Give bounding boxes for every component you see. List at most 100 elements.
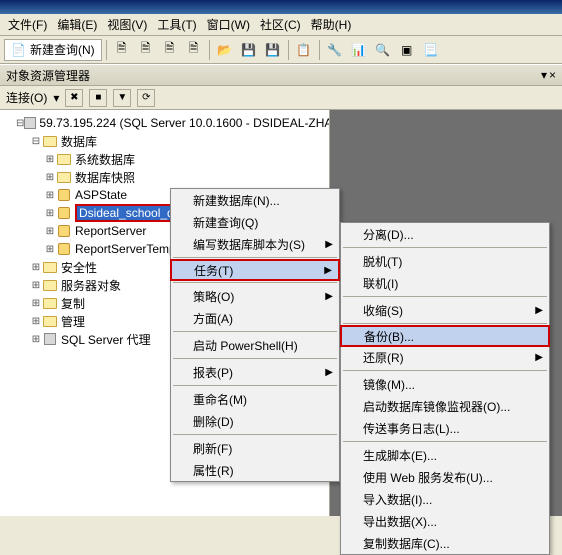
menu-window[interactable]: 窗口(W) xyxy=(203,14,254,35)
save-icon[interactable]: 💾 xyxy=(238,39,260,61)
connect-label[interactable]: 连接(O) xyxy=(6,89,47,106)
menu-help[interactable]: 帮助(H) xyxy=(307,14,356,35)
filter-icon[interactable]: ▼ xyxy=(113,89,131,107)
refresh-icon[interactable]: ⟳ xyxy=(137,89,155,107)
mi-refresh[interactable]: 刷新(F) xyxy=(171,437,339,459)
mi-detach[interactable]: 分离(D)... xyxy=(341,223,549,245)
chevron-right-icon: ▶ xyxy=(324,265,332,276)
mi-shipping[interactable]: 传送事务日志(L)... xyxy=(341,417,549,439)
mi-online[interactable]: 联机(I) xyxy=(341,272,549,294)
mi-monitor[interactable]: 启动数据库镜像监视器(O)... xyxy=(341,395,549,417)
tb-icon-2[interactable]: 🗎 xyxy=(135,39,157,61)
connection-bar: 连接(O) ▾ ✖ ■ ▼ ⟳ xyxy=(0,86,562,110)
object-explorer-title: 对象资源管理器 xyxy=(6,67,90,84)
separator xyxy=(173,385,337,386)
properties-icon[interactable]: 📃 xyxy=(420,39,442,61)
registered-icon[interactable]: 📊 xyxy=(348,39,370,61)
separator xyxy=(173,434,337,435)
new-query-icon: 📄 xyxy=(11,43,26,57)
aspstate-label: ASPState xyxy=(75,188,127,202)
databases-label: 数据库 xyxy=(61,133,97,150)
separator xyxy=(343,323,547,324)
mi-properties[interactable]: 属性(R) xyxy=(171,459,339,481)
new-query-button[interactable]: 📄 新建查询(N) xyxy=(4,39,102,61)
activity-icon[interactable]: 🔧 xyxy=(324,39,346,61)
close-pane-icon[interactable]: × xyxy=(549,68,556,82)
chevron-right-icon: ▶ xyxy=(535,352,543,363)
separator xyxy=(106,40,107,60)
reportservertemp-label: ReportServerTempD xyxy=(75,242,184,256)
menu-file[interactable]: 文件(F) xyxy=(4,14,51,35)
separator xyxy=(343,370,547,371)
menu-tools[interactable]: 工具(T) xyxy=(153,14,200,35)
selected-db-label: Dsideal_school_db xyxy=(75,204,184,222)
chevron-right-icon: ▶ xyxy=(325,367,333,378)
template-icon[interactable]: ▣ xyxy=(396,39,418,61)
management-label: 管理 xyxy=(61,313,85,330)
separator xyxy=(173,331,337,332)
mi-backup[interactable]: 备份(B)... xyxy=(340,325,550,347)
mi-import[interactable]: 导入数据(I)... xyxy=(341,488,549,510)
menubar: 文件(F) 编辑(E) 视图(V) 工具(T) 窗口(W) 社区(C) 帮助(H… xyxy=(0,14,562,36)
snapshot-label: 数据库快照 xyxy=(75,169,135,186)
server-label: 59.73.195.224 (SQL Server 10.0.1600 - DS… xyxy=(39,116,330,130)
mi-mirror[interactable]: 镜像(M)... xyxy=(341,373,549,395)
mi-copy[interactable]: 复制数据库(C)... xyxy=(341,532,549,554)
mi-websvc[interactable]: 使用 Web 服务发布(U)... xyxy=(341,466,549,488)
menu-edit[interactable]: 编辑(E) xyxy=(53,14,101,35)
tb-icon-4[interactable]: 🗎 xyxy=(183,39,205,61)
tb-icon-3[interactable]: 🗎 xyxy=(159,39,181,61)
replication-label: 复制 xyxy=(61,295,85,312)
toolbar: 📄 新建查询(N) 🗎 🗎 🗎 🗎 📂 💾 💾 📋 🔧 📊 🔍 ▣ 📃 xyxy=(0,36,562,64)
saveall-icon[interactable]: 💾 xyxy=(262,39,284,61)
databases-node[interactable]: ⊟数据库 xyxy=(2,132,327,150)
mi-tasks[interactable]: 任务(T)▶ xyxy=(170,259,340,281)
mi-delete[interactable]: 删除(D) xyxy=(171,410,339,432)
mi-export[interactable]: 导出数据(X)... xyxy=(341,510,549,532)
separator xyxy=(173,257,337,258)
context-menu-2: 分离(D)... 脱机(T) 联机(I) 收缩(S)▶ 备份(B)... 还原(… xyxy=(340,222,550,555)
separator xyxy=(173,282,337,283)
menu-view[interactable]: 视图(V) xyxy=(103,14,151,35)
mi-script-as[interactable]: 编写数据库脚本为(S)▶ xyxy=(171,233,339,255)
list-icon[interactable]: 📋 xyxy=(293,39,315,61)
titlebar xyxy=(0,0,562,14)
separator xyxy=(173,358,337,359)
separator xyxy=(343,296,547,297)
separator xyxy=(288,40,289,60)
separator xyxy=(343,441,547,442)
sysdb-label: 系统数据库 xyxy=(75,151,135,168)
mi-offline[interactable]: 脱机(T) xyxy=(341,250,549,272)
mi-facets[interactable]: 方面(A) xyxy=(171,307,339,329)
separator xyxy=(209,40,210,60)
open-icon[interactable]: 📂 xyxy=(214,39,236,61)
stop-icon[interactable]: ■ xyxy=(89,89,107,107)
object-explorer-header: 对象资源管理器 ▾ × xyxy=(0,64,562,86)
mi-rename[interactable]: 重命名(M) xyxy=(171,388,339,410)
mi-new-database[interactable]: 新建数据库(N)... xyxy=(171,189,339,211)
chevron-right-icon: ▶ xyxy=(325,239,333,250)
agent-label: SQL Server 代理 xyxy=(61,331,151,348)
separator xyxy=(319,40,320,60)
dropdown-icon[interactable]: ▾ xyxy=(541,68,547,82)
explorer-icon[interactable]: 🔍 xyxy=(372,39,394,61)
disconnect-icon[interactable]: ✖ xyxy=(65,89,83,107)
mi-powershell[interactable]: 启动 PowerShell(H) xyxy=(171,334,339,356)
chevron-right-icon: ▶ xyxy=(535,305,543,316)
menu-community[interactable]: 社区(C) xyxy=(256,14,305,35)
context-menu-1: 新建数据库(N)... 新建查询(Q) 编写数据库脚本为(S)▶ 任务(T)▶ … xyxy=(170,188,340,482)
tb-icon-1[interactable]: 🗎 xyxy=(111,39,133,61)
new-query-label: 新建查询(N) xyxy=(30,41,95,58)
serverobjects-label: 服务器对象 xyxy=(61,277,121,294)
server-node[interactable]: ⊟59.73.195.224 (SQL Server 10.0.1600 - D… xyxy=(2,114,327,132)
mi-shrink[interactable]: 收缩(S)▶ xyxy=(341,299,549,321)
mi-policy[interactable]: 策略(O)▶ xyxy=(171,285,339,307)
snapshot-node[interactable]: ⊞数据库快照 xyxy=(2,168,327,186)
mi-restore[interactable]: 还原(R)▶ xyxy=(341,346,549,368)
connect-dropdown-icon[interactable]: ▾ xyxy=(53,91,59,105)
sysdb-node[interactable]: ⊞系统数据库 xyxy=(2,150,327,168)
mi-genscript[interactable]: 生成脚本(E)... xyxy=(341,444,549,466)
chevron-right-icon: ▶ xyxy=(325,291,333,302)
mi-reports[interactable]: 报表(P)▶ xyxy=(171,361,339,383)
mi-new-query[interactable]: 新建查询(Q) xyxy=(171,211,339,233)
